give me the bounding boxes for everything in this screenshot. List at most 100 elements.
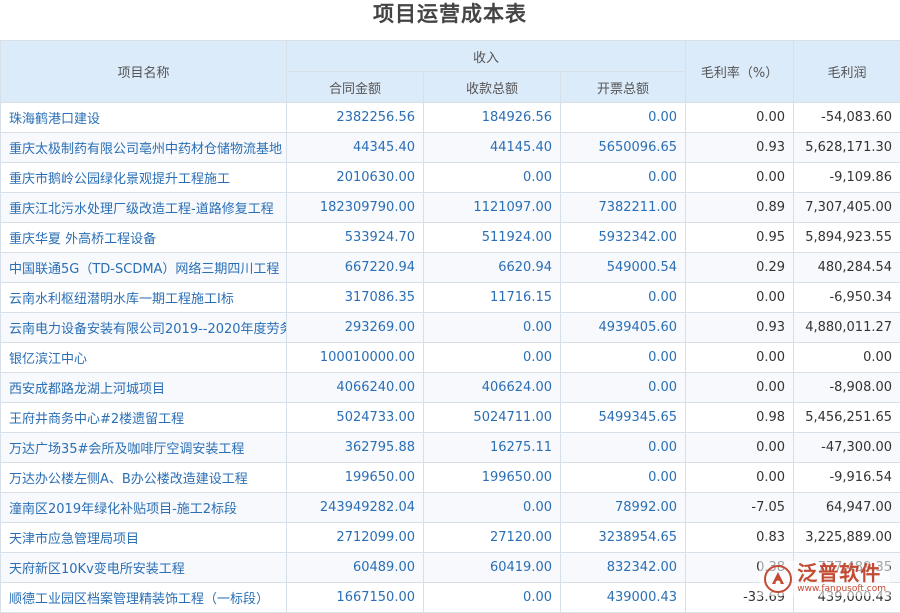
watermark-brand: 泛普软件 (797, 563, 886, 583)
invoiced-total-cell: 78992.00 (561, 493, 686, 523)
project-name-link[interactable]: 天津市应急管理局项目 (1, 523, 287, 553)
col-header-project-name[interactable]: 项目名称 (1, 41, 287, 103)
project-name-link[interactable]: 重庆市鹅岭公园绿化景观提升工程施工 (1, 163, 287, 193)
project-name-link[interactable]: 云南电力设备安装有限公司2019--2020年度劳务 (1, 313, 287, 343)
col-group-income: 收入 (287, 41, 686, 72)
invoiced-total-cell: 0.00 (561, 373, 686, 403)
table-row[interactable]: 王府井商务中心#2楼遗留工程5024733.005024711.00549934… (1, 403, 900, 433)
margin-rate-cell: 0.00 (686, 433, 794, 463)
table-row[interactable]: 重庆华夏 外高桥工程设备533924.70511924.005932342.00… (1, 223, 900, 253)
received-total-cell: 6620.94 (424, 253, 561, 283)
contract-amount-cell: 293269.00 (287, 313, 424, 343)
gross-profit-cell: -9,109.86 (794, 163, 900, 193)
project-name-link[interactable]: 珠海鹤港口建设 (1, 103, 287, 133)
received-total-cell: 27120.00 (424, 523, 561, 553)
contract-amount-cell: 2010630.00 (287, 163, 424, 193)
received-total-cell: 0.00 (424, 493, 561, 523)
margin-rate-cell: 0.95 (686, 223, 794, 253)
contract-amount-cell: 182309790.00 (287, 193, 424, 223)
received-total-cell: 199650.00 (424, 463, 561, 493)
invoiced-total-cell: 5499345.65 (561, 403, 686, 433)
table-row[interactable]: 天津市应急管理局项目2712099.0027120.003238954.650.… (1, 523, 900, 553)
table-row[interactable]: 潼南区2019年绿化补贴项目-施工2标段243949282.040.007899… (1, 493, 900, 523)
received-total-cell: 11716.15 (424, 283, 561, 313)
table-row[interactable]: 珠海鹤港口建设2382256.56184926.560.000.00-54,08… (1, 103, 900, 133)
col-header-contract-amount[interactable]: 合同金额 (287, 72, 424, 103)
invoiced-total-cell: 439000.43 (561, 583, 686, 613)
invoiced-total-cell: 0.00 (561, 103, 686, 133)
margin-rate-cell: 0.89 (686, 193, 794, 223)
project-name-link[interactable]: 重庆华夏 外高桥工程设备 (1, 223, 287, 253)
table-row[interactable]: 重庆江北污水处理厂级改造工程-道路修复工程182309790.001121097… (1, 193, 900, 223)
gross-profit-cell: -54,083.60 (794, 103, 900, 133)
table-row[interactable]: 银亿滨江中心100010000.000.000.000.000.00 (1, 343, 900, 373)
invoiced-total-cell: 0.00 (561, 283, 686, 313)
received-total-cell: 44145.40 (424, 133, 561, 163)
project-name-link[interactable]: 重庆太极制药有限公司亳州中药材仓储物流基地 (1, 133, 287, 163)
contract-amount-cell: 2712099.00 (287, 523, 424, 553)
col-header-margin-rate[interactable]: 毛利率（%） (686, 41, 794, 103)
project-name-link[interactable]: 中国联通5G（TD-SCDMA）网络三期四川工程 (1, 253, 287, 283)
gross-profit-cell: 4,880,011.27 (794, 313, 900, 343)
gross-profit-cell: 7,307,405.00 (794, 193, 900, 223)
table-row[interactable]: 云南水利枢纽潜明水库一期工程施工I标317086.3511716.150.000… (1, 283, 900, 313)
col-header-invoiced-total[interactable]: 开票总额 (561, 72, 686, 103)
invoiced-total-cell: 549000.54 (561, 253, 686, 283)
gross-profit-cell: -9,916.54 (794, 463, 900, 493)
margin-rate-cell: 0.00 (686, 283, 794, 313)
table-row[interactable]: 云南电力设备安装有限公司2019--2020年度劳务293269.000.00 4… (1, 313, 900, 343)
table-row[interactable]: 重庆市鹅岭公园绿化景观提升工程施工2010630.000.000.000.00-… (1, 163, 900, 193)
contract-amount-cell: 199650.00 (287, 463, 424, 493)
contract-amount-cell: 5024733.00 (287, 403, 424, 433)
invoiced-total-cell: 3238954.65 (561, 523, 686, 553)
contract-amount-cell: 533924.70 (287, 223, 424, 253)
project-name-link[interactable]: 云南水利枢纽潜明水库一期工程施工I标 (1, 283, 287, 313)
page-title: 项目运营成本表 (0, 0, 900, 32)
received-total-cell: 0.00 (424, 343, 561, 373)
contract-amount-cell: 1667150.00 (287, 583, 424, 613)
table-row[interactable]: 万达办公楼左侧A、B办公楼改造建设工程199650.00199650.000.0… (1, 463, 900, 493)
project-name-link[interactable]: 万达办公楼左侧A、B办公楼改造建设工程 (1, 463, 287, 493)
table-row[interactable]: 重庆太极制药有限公司亳州中药材仓储物流基地44345.4044145.40565… (1, 133, 900, 163)
contract-amount-cell: 100010000.00 (287, 343, 424, 373)
gross-profit-cell: 5,456,251.65 (794, 403, 900, 433)
project-name-link[interactable]: 西安成都路龙湖上河城项目 (1, 373, 287, 403)
invoiced-total-cell: 0.00 (561, 343, 686, 373)
margin-rate-cell: 0.83 (686, 523, 794, 553)
project-name-link[interactable]: 银亿滨江中心 (1, 343, 287, 373)
project-name-link[interactable]: 万达广场35#会所及咖啡厅空调安装工程 (1, 433, 287, 463)
gross-profit-cell: 480,284.54 (794, 253, 900, 283)
project-name-link[interactable]: 潼南区2019年绿化补贴项目-施工2标段 (1, 493, 287, 523)
cost-report-table: 项目名称 收入 毛利率（%） 毛利润 合同金额 收款总额 开票总额 珠海鹤港口建… (0, 40, 900, 613)
margin-rate-cell: 0.98 (686, 403, 794, 433)
invoiced-total-cell: 0.00 (561, 163, 686, 193)
col-header-gross-profit[interactable]: 毛利润 (794, 41, 900, 103)
gross-profit-cell: 5,894,923.55 (794, 223, 900, 253)
invoiced-total-cell: 5932342.00 (561, 223, 686, 253)
project-name-link[interactable]: 天府新区10Kv变电所安装工程 (1, 553, 287, 583)
project-name-link[interactable]: 王府井商务中心#2楼遗留工程 (1, 403, 287, 433)
margin-rate-cell: 0.29 (686, 253, 794, 283)
contract-amount-cell: 60489.00 (287, 553, 424, 583)
received-total-cell: 5024711.00 (424, 403, 561, 433)
contract-amount-cell: 2382256.56 (287, 103, 424, 133)
table-row[interactable]: 万达广场35#会所及咖啡厅空调安装工程362795.8816275.110.00… (1, 433, 900, 463)
gross-profit-cell: -6,950.34 (794, 283, 900, 313)
received-total-cell: 511924.00 (424, 223, 561, 253)
col-header-received-total[interactable]: 收款总额 (424, 72, 561, 103)
received-total-cell: 1121097.00 (424, 193, 561, 223)
gross-profit-cell: -8,908.00 (794, 373, 900, 403)
contract-amount-cell: 243949282.04 (287, 493, 424, 523)
project-name-link[interactable]: 重庆江北污水处理厂级改造工程-道路修复工程 (1, 193, 287, 223)
contract-amount-cell: 362795.88 (287, 433, 424, 463)
margin-rate-cell: 0.00 (686, 343, 794, 373)
invoiced-total-cell: 832342.00 (561, 553, 686, 583)
project-name-link[interactable]: 顺德工业园区档案管理精装饰工程（一标段） (1, 583, 287, 613)
gross-profit-cell: 64,947.00 (794, 493, 900, 523)
invoiced-total-cell: 5650096.65 (561, 133, 686, 163)
received-total-cell: 0.00 (424, 313, 561, 343)
table-row[interactable]: 西安成都路龙湖上河城项目4066240.00406624.000.000.00-… (1, 373, 900, 403)
received-total-cell: 0.00 (424, 163, 561, 193)
invoiced-total-cell: 0.00 (561, 463, 686, 493)
table-row[interactable]: 中国联通5G（TD-SCDMA）网络三期四川工程667220.946620.94… (1, 253, 900, 283)
